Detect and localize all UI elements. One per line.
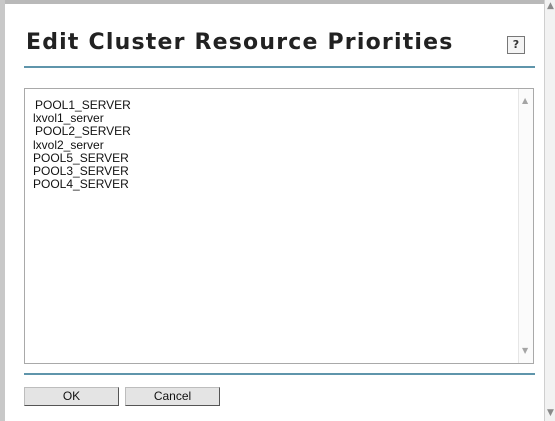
resource-items: POOL1_SERVER lxvol1_server POOL2_SERVER … [33,98,131,191]
cancel-button[interactable]: Cancel [125,387,220,406]
ok-button[interactable]: OK [24,387,119,406]
page-scroll-down-icon[interactable]: ▼ [547,408,554,418]
dialog-title: Edit Cluster Resource Priorities [26,30,454,55]
list-item[interactable]: POOL4_SERVER [33,178,131,191]
page-scrollbar[interactable]: ▲ ▼ [544,0,555,421]
resource-priority-list[interactable]: POOL1_SERVER lxvol1_server POOL2_SERVER … [24,88,534,364]
window-left-border [0,0,5,421]
help-button[interactable]: ? [507,36,525,54]
list-scrollbar[interactable]: ▲ ▼ [518,89,533,363]
page-scroll-up-icon[interactable]: ▲ [547,1,554,11]
window-top-border [0,0,555,4]
list-item[interactable]: POOL2_SERVER [33,125,131,138]
list-scroll-up-icon[interactable]: ▲ [522,97,528,105]
title-divider [24,66,535,68]
list-item[interactable]: lxvol2_server [33,138,131,152]
footer-divider [24,373,535,375]
list-scroll-down-icon[interactable]: ▼ [522,347,528,355]
